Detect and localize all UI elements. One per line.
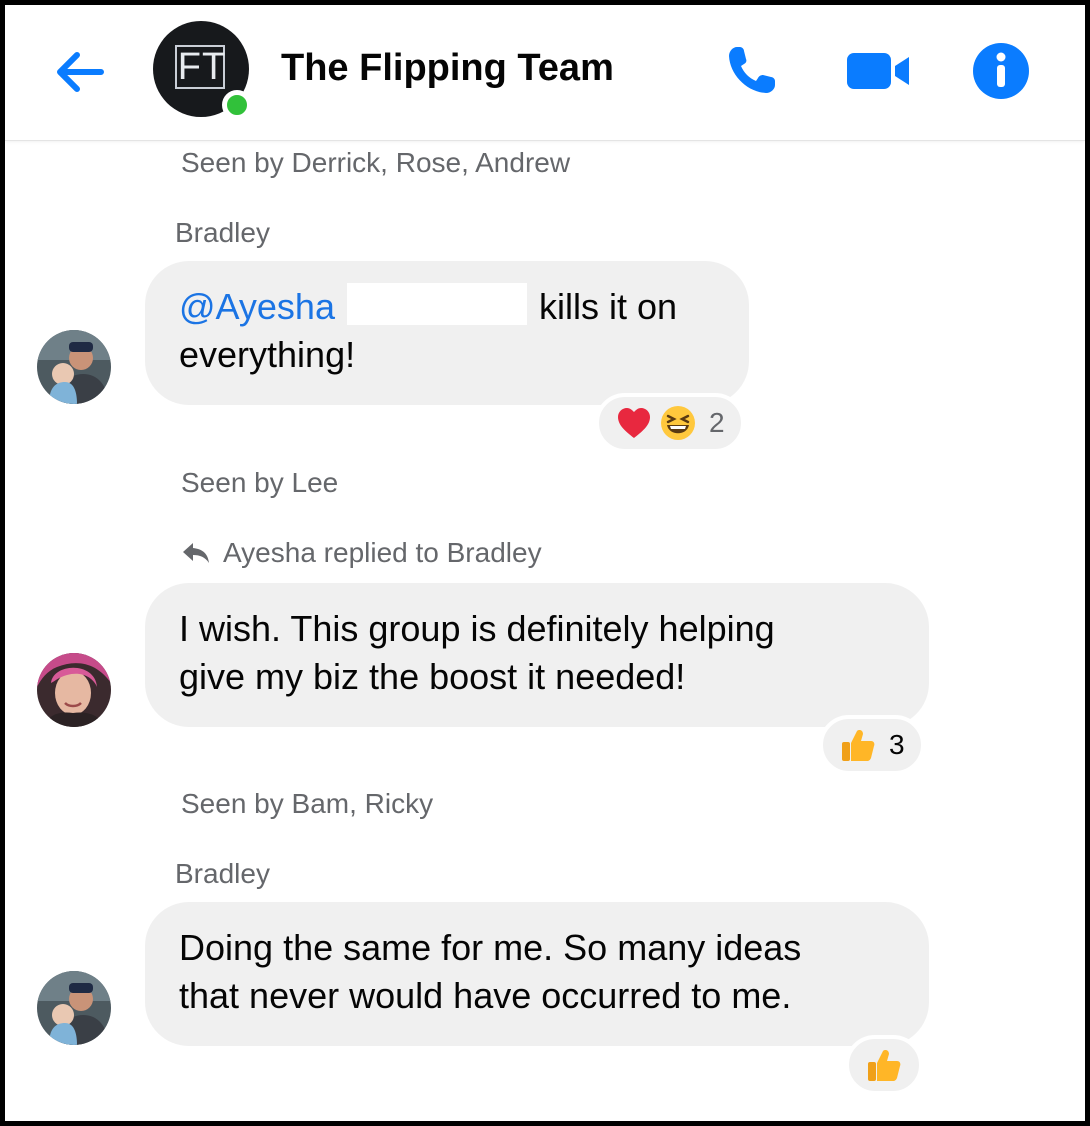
avatar-bradley[interactable]: [37, 330, 111, 404]
reaction-count: 3: [889, 729, 905, 760]
message-text: kills it on: [538, 286, 678, 327]
reactions-pill[interactable]: [845, 1035, 923, 1095]
sender-name: Bradley: [175, 217, 270, 248]
phone-icon: [729, 47, 775, 93]
sender-name: Bradley: [175, 858, 270, 889]
conversation-title[interactable]: The Flipping Team: [281, 47, 614, 90]
reply-indicator: Ayesha replied to Bradley: [181, 537, 542, 569]
message-text: that never would have occurred to me.: [179, 975, 792, 1016]
message-bubble[interactable]: I wish. This group is definitely helping…: [145, 583, 929, 727]
reactions-pill[interactable]: 3: [819, 715, 925, 775]
bradley-photo: [37, 330, 111, 404]
message-bubble[interactable]: @Ayesha kills it on everything!: [145, 261, 749, 405]
back-arrow-icon: [57, 52, 104, 92]
reactions-pill[interactable]: 2: [595, 393, 745, 453]
info-icon: [973, 43, 1029, 99]
redacted-name-block: [346, 283, 527, 325]
chat-window: FT The Flipping Team Seen by Derrick, Ro…: [0, 0, 1090, 1126]
laughing-emoji-icon: [661, 406, 695, 440]
reply-note-text: Ayesha replied to Bradley: [223, 537, 542, 568]
info-button[interactable]: [973, 39, 1037, 103]
message-bubble[interactable]: Doing the same for me. So many ideas tha…: [145, 902, 929, 1046]
chat-header: FT The Flipping Team: [5, 5, 1085, 141]
avatar-initials: FT: [177, 46, 227, 88]
call-button[interactable]: [719, 39, 783, 103]
reply-arrow-icon: [183, 543, 209, 563]
video-icon: [847, 53, 909, 89]
thumbs-up-emoji-icon: [868, 1050, 901, 1081]
message-text: everything!: [179, 334, 356, 375]
message-text: I wish. This group is definitely helping: [179, 608, 775, 649]
message-text: Doing the same for me. So many ideas: [179, 927, 802, 968]
heart-emoji-icon: [618, 408, 650, 438]
bradley-photo: [37, 971, 111, 1045]
ayesha-photo: [37, 653, 111, 727]
avatar-ayesha[interactable]: [37, 653, 111, 727]
seen-receipt: Seen by Lee: [181, 467, 339, 498]
video-call-button[interactable]: [843, 39, 909, 103]
thumbs-up-emoji-icon: [842, 730, 875, 761]
back-button[interactable]: [49, 41, 111, 103]
seen-receipt: Seen by Bam, Ricky: [181, 788, 434, 819]
reaction-count: 2: [709, 407, 725, 438]
online-status-dot: [222, 90, 252, 120]
message-text: give my biz the boost it needed!: [179, 656, 686, 697]
seen-receipt: Seen by Derrick, Rose, Andrew: [181, 147, 571, 178]
mention-link[interactable]: @Ayesha: [179, 286, 335, 327]
avatar-bradley[interactable]: [37, 971, 111, 1045]
